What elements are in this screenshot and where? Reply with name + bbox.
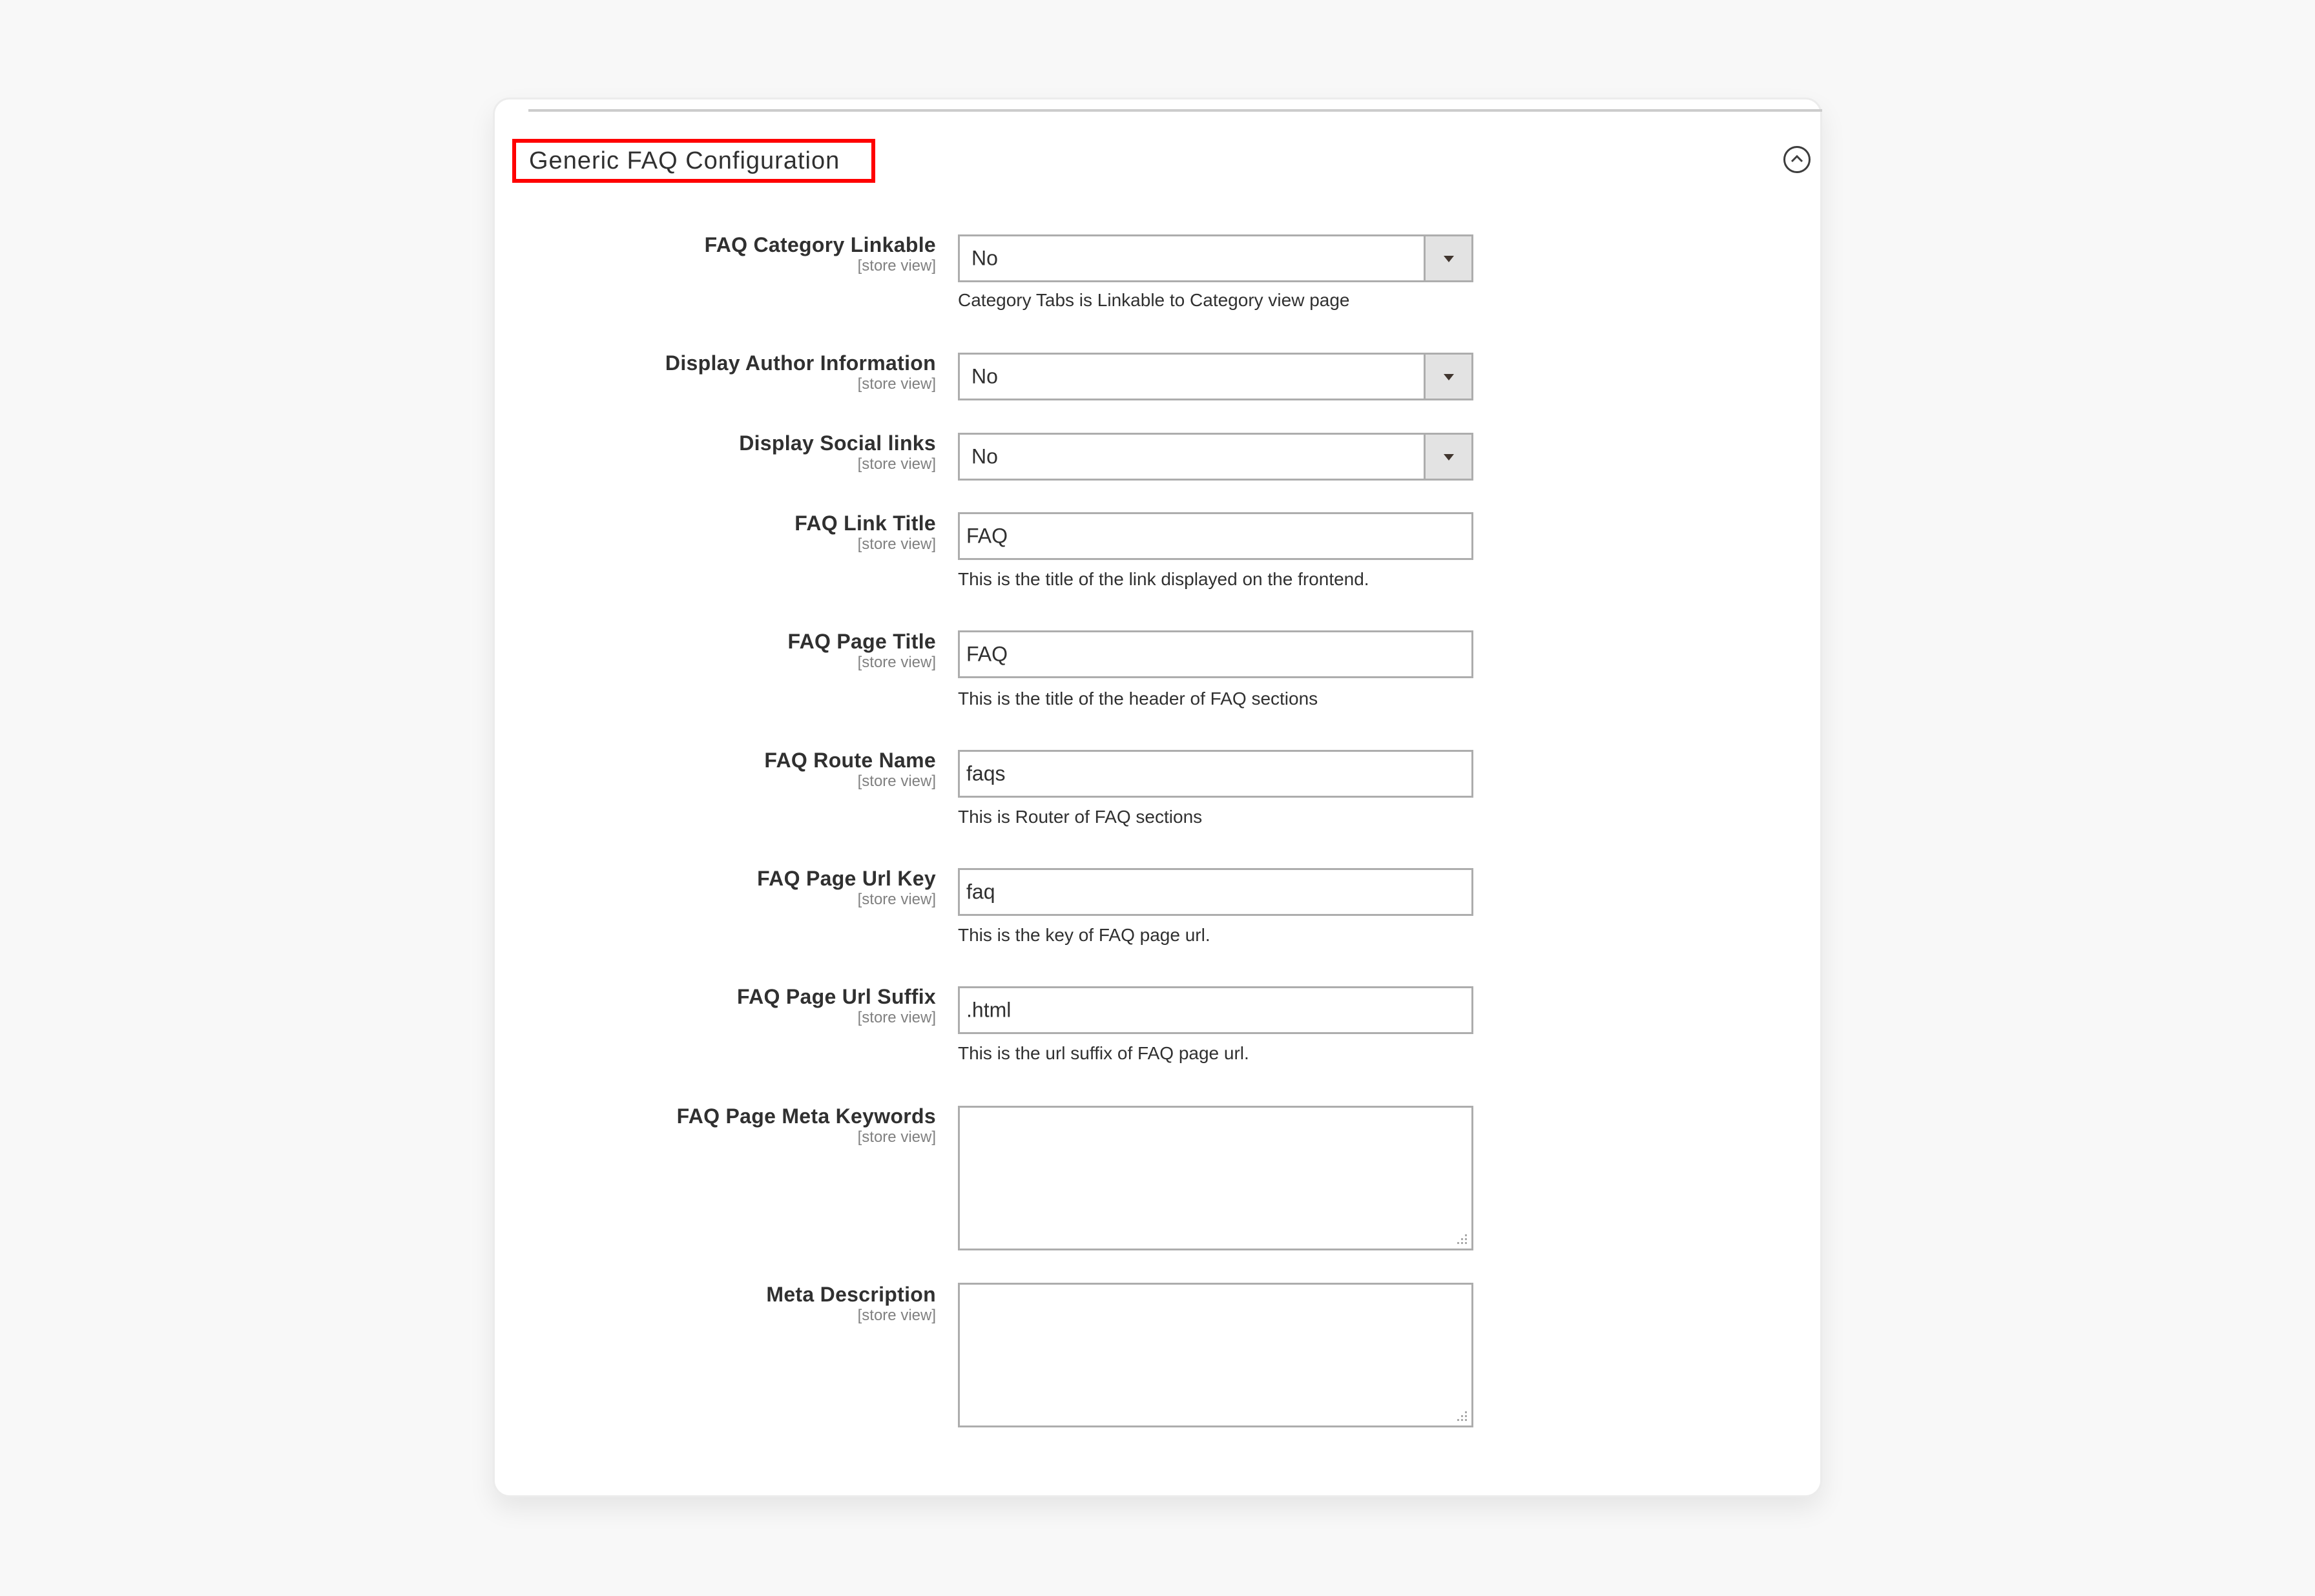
field-label-category-linkable: FAQ Category Linkable [store view]	[704, 233, 936, 275]
field-note: This is the title of the link displayed …	[958, 569, 1369, 589]
dropdown-button[interactable]	[1424, 236, 1471, 280]
field-label-route-name: FAQ Route Name [store view]	[764, 749, 936, 790]
scope-label: [store view]	[857, 375, 936, 393]
field-label-display-author: Display Author Information [store view]	[665, 351, 936, 393]
scope-label: [store view]	[857, 1128, 936, 1146]
scope-label: [store view]	[857, 891, 936, 908]
resize-grip-icon[interactable]	[1457, 1234, 1468, 1245]
field-note: This is the key of FAQ page url.	[958, 925, 1210, 945]
url-key-input[interactable]: faq	[958, 868, 1473, 916]
caret-down-icon	[1444, 256, 1454, 262]
caret-down-icon	[1444, 374, 1454, 380]
field-note: Category Tabs is Linkable to Category vi…	[958, 290, 1350, 310]
scope-label: [store view]	[857, 535, 936, 553]
scope-label: [store view]	[857, 772, 936, 790]
display-social-select[interactable]: No	[958, 433, 1473, 481]
field-label-url-key: FAQ Page Url Key [store view]	[757, 867, 936, 908]
meta-keywords-textarea[interactable]	[958, 1106, 1473, 1250]
caret-down-icon	[1444, 454, 1454, 461]
section-title[interactable]: Generic FAQ Configuration	[512, 139, 875, 183]
field-label-meta-keywords: FAQ Page Meta Keywords [store view]	[676, 1104, 936, 1146]
field-label-page-title: FAQ Page Title [store view]	[787, 630, 936, 671]
section-divider	[528, 109, 1822, 112]
route-name-input[interactable]: faqs	[958, 750, 1473, 798]
dropdown-button[interactable]	[1424, 435, 1471, 479]
section-title-text: Generic FAQ Configuration	[529, 147, 840, 174]
scope-label: [store view]	[857, 455, 936, 473]
scope-label: [store view]	[857, 1307, 936, 1324]
chevron-up-circle-icon[interactable]	[1783, 146, 1811, 173]
field-label-link-title: FAQ Link Title [store view]	[794, 512, 936, 553]
dropdown-button[interactable]	[1424, 355, 1471, 399]
field-label-url-suffix: FAQ Page Url Suffix [store view]	[737, 985, 936, 1026]
field-note: This is the url suffix of FAQ page url.	[958, 1043, 1249, 1063]
resize-grip-icon[interactable]	[1457, 1411, 1468, 1422]
field-label-meta-description: Meta Description [store view]	[766, 1283, 936, 1324]
link-title-input[interactable]: FAQ	[958, 512, 1473, 560]
scope-label: [store view]	[857, 1009, 936, 1026]
scope-label: [store view]	[857, 654, 936, 671]
field-note: This is the title of the header of FAQ s…	[958, 689, 1318, 709]
display-author-select[interactable]: No	[958, 353, 1473, 400]
category-linkable-select[interactable]: No	[958, 234, 1473, 282]
url-suffix-input[interactable]: .html	[958, 986, 1473, 1034]
field-note: This is Router of FAQ sections	[958, 807, 1203, 827]
scope-label: [store view]	[857, 257, 936, 275]
field-label-display-social: Display Social links [store view]	[739, 431, 936, 473]
page-title-input[interactable]: FAQ	[958, 630, 1473, 678]
meta-description-textarea[interactable]	[958, 1283, 1473, 1427]
